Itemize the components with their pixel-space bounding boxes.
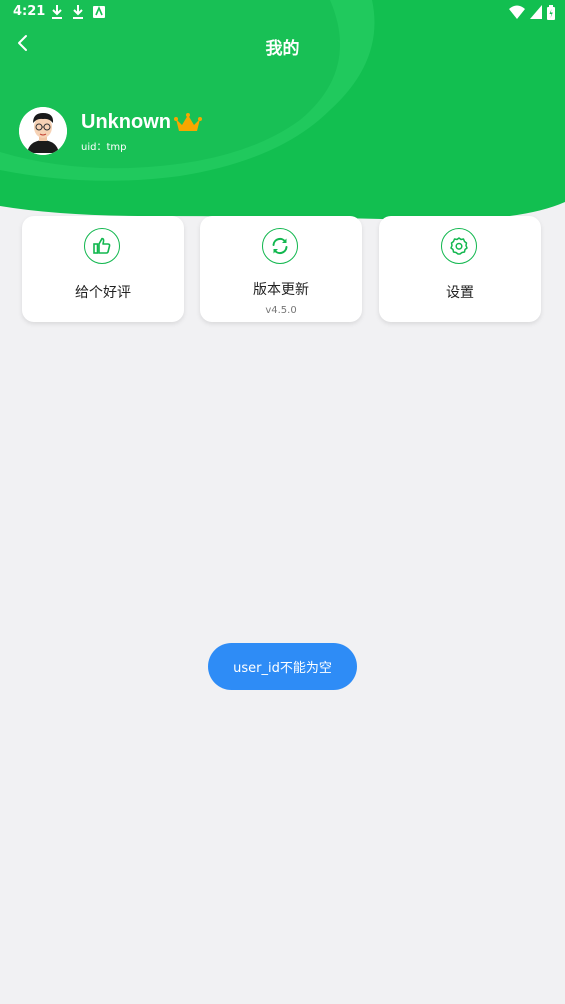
rate-app-label: 给个好评 bbox=[75, 285, 131, 301]
user-id: uid：tmp bbox=[81, 142, 127, 153]
refresh-icon bbox=[262, 228, 298, 264]
crown-icon bbox=[174, 113, 202, 131]
wifi-icon bbox=[509, 5, 525, 19]
version-number: v4.5.0 bbox=[265, 305, 297, 316]
status-bar: 4:21 bbox=[0, 0, 565, 24]
page-title: 我的 bbox=[265, 39, 300, 59]
download-icon bbox=[73, 5, 83, 19]
thumbs-up-icon bbox=[84, 228, 120, 264]
settings-card[interactable]: 设置 bbox=[379, 216, 541, 322]
avatar-illustration-icon bbox=[19, 107, 67, 155]
username: Unknown bbox=[81, 111, 171, 133]
gear-icon bbox=[441, 228, 477, 264]
download-icon bbox=[52, 5, 62, 19]
version-update-card[interactable]: 版本更新 v4.5.0 bbox=[200, 216, 362, 322]
status-time: 4:21 bbox=[13, 4, 46, 19]
profile-screen: 4:21 我的 Unknown uid：tmp 给个好评 版本更新 v4.5.0… bbox=[0, 0, 565, 1004]
autofill-icon bbox=[93, 5, 105, 18]
rate-app-card[interactable]: 给个好评 bbox=[22, 216, 184, 322]
signal-icon bbox=[530, 5, 542, 19]
version-update-label: 版本更新 bbox=[253, 282, 309, 298]
avatar[interactable] bbox=[19, 107, 67, 155]
error-toast: user_id不能为空 bbox=[208, 643, 357, 690]
battery-icon bbox=[547, 4, 555, 20]
settings-label: 设置 bbox=[446, 285, 474, 301]
